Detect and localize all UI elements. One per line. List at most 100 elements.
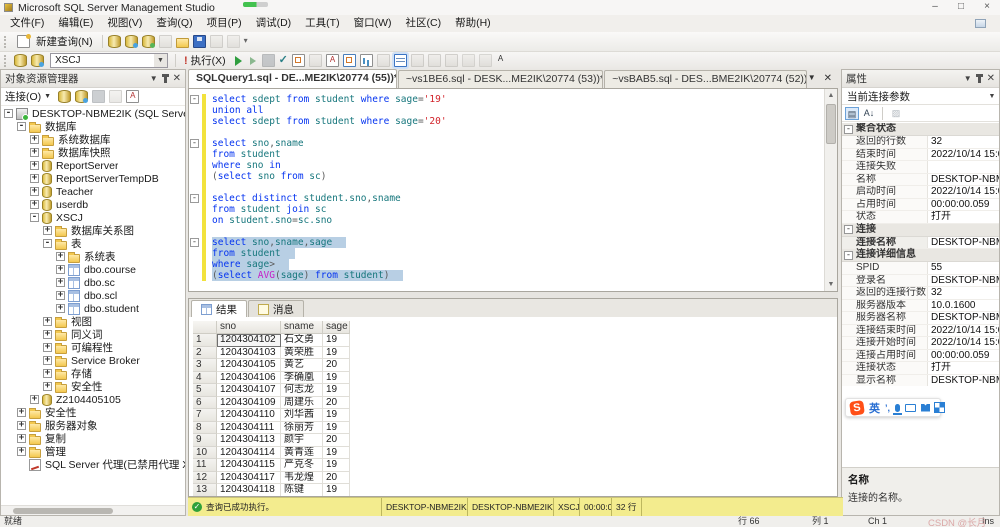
property-row[interactable]: 结束时间2022/10/14 15:05:44 — [842, 149, 999, 162]
property-row[interactable]: 连接名称DESKTOP-NBME2IK — [842, 237, 999, 250]
close-icon[interactable]: ✕ — [987, 74, 995, 84]
grid-cell[interactable]: 19 — [323, 347, 350, 360]
new-database-engine-query-icon[interactable] — [108, 35, 121, 48]
row-number[interactable]: 2 — [193, 347, 217, 360]
connect-server-icon[interactable] — [58, 90, 71, 103]
tree-item[interactable]: +ReportServer — [1, 159, 185, 172]
property-row[interactable]: SPID55 — [842, 262, 999, 275]
property-group-header[interactable]: -连接详细信息 — [842, 249, 999, 262]
grid-cell[interactable]: 1204304113 — [217, 434, 281, 447]
microphone-icon[interactable] — [895, 404, 900, 412]
results-tab[interactable]: 结果 — [191, 300, 247, 317]
grid-cell[interactable]: 颜宇 — [281, 434, 323, 447]
disconnect-server-icon[interactable] — [75, 90, 88, 103]
grid-cell[interactable]: 周建乐 — [281, 397, 323, 410]
fold-collapse-icon[interactable]: - — [190, 194, 199, 203]
expand-icon[interactable]: + — [56, 252, 65, 261]
connect-button[interactable]: 连接(O) — [5, 89, 41, 104]
menu-item[interactable]: 视图(V) — [100, 15, 149, 32]
error-log-icon[interactable] — [126, 90, 139, 103]
grid-cell[interactable]: 19 — [323, 484, 350, 496]
code-line[interactable]: union all — [189, 105, 823, 116]
skin-icon[interactable] — [921, 404, 930, 412]
row-number[interactable]: 13 — [193, 484, 217, 496]
expand-icon[interactable]: + — [43, 356, 52, 365]
grid-cell[interactable]: 20 — [323, 397, 350, 410]
results-to-text-icon[interactable] — [377, 54, 390, 67]
menu-item[interactable]: 社区(C) — [399, 15, 449, 32]
vertical-scrollbar[interactable]: ▲ ▼ — [824, 89, 837, 291]
menu-item[interactable]: 帮助(H) — [448, 15, 498, 32]
include-actual-plan-icon[interactable] — [343, 54, 356, 67]
property-group-header[interactable]: -聚合状态 — [842, 123, 999, 136]
menu-item[interactable]: 查询(Q) — [149, 15, 199, 32]
column-header[interactable]: sno — [217, 321, 281, 334]
collapse-icon[interactable]: - — [43, 239, 52, 248]
debug-play-icon[interactable] — [250, 57, 256, 65]
grid-cell[interactable]: 1204304109 — [217, 397, 281, 410]
property-row[interactable]: 名称DESKTOP-NBME2IK — [842, 174, 999, 187]
tree-item[interactable]: +数据库关系图 — [1, 224, 185, 237]
grid-cell[interactable]: 20 — [323, 472, 350, 485]
document-tab[interactable]: SQLQuery1.sql - DE...ME2IK\20774 (55))* — [188, 69, 397, 88]
grid-cell[interactable]: 19 — [323, 334, 350, 347]
window-position-icon[interactable]: ▼ — [150, 74, 158, 83]
intellisense-icon[interactable] — [496, 54, 509, 67]
tree-item[interactable]: +dbo.sc — [1, 276, 185, 289]
window-position-icon[interactable]: ▼ — [964, 74, 972, 83]
row-number[interactable]: 1 — [193, 334, 217, 347]
grid-cell[interactable]: 19 — [323, 447, 350, 460]
grid-cell[interactable]: 黄荣胜 — [281, 347, 323, 360]
grid-cell[interactable]: 19 — [323, 422, 350, 435]
sql-code-editor[interactable]: -select sdept from student where sage='1… — [188, 88, 838, 292]
tree-item[interactable]: +Teacher — [1, 185, 185, 198]
code-line[interactable]: -select sdept from student where sage='1… — [189, 94, 823, 105]
grid-corner[interactable] — [193, 321, 217, 334]
code-line[interactable]: on student.sno=sc.sno — [189, 215, 823, 226]
code-line[interactable]: -select sno,sname — [189, 138, 823, 149]
parse-icon[interactable]: ✓ — [279, 54, 288, 67]
properties-object-selector[interactable]: 当前连接参数 ▼ — [842, 88, 999, 105]
expand-icon[interactable]: + — [30, 395, 39, 404]
grid-cell[interactable]: 韦龙煌 — [281, 472, 323, 485]
show-estimated-plan-icon[interactable] — [292, 54, 305, 67]
tree-item[interactable]: +数据库快照 — [1, 146, 185, 159]
grid-cell[interactable]: 黄青莲 — [281, 447, 323, 460]
grid-cell[interactable]: 1204304105 — [217, 359, 281, 372]
menu-item[interactable]: 项目(P) — [200, 15, 249, 32]
pin-icon[interactable] — [164, 75, 167, 83]
code-line[interactable] — [189, 226, 823, 237]
tree-item[interactable]: +复制 — [1, 432, 185, 445]
code-line[interactable] — [189, 127, 823, 138]
tree-item[interactable]: +可编程性 — [1, 341, 185, 354]
code-line[interactable]: from student join sc — [189, 204, 823, 215]
property-row[interactable]: 占用时间00:00:00.059 — [842, 199, 999, 212]
property-row[interactable]: 连接开始时间2022/10/14 15:05:44 — [842, 337, 999, 350]
tree-item[interactable]: +Z2104405105 — [1, 393, 185, 406]
menu-item[interactable]: 调试(D) — [249, 15, 299, 32]
expand-icon[interactable]: + — [43, 226, 52, 235]
include-client-statistics-icon[interactable] — [360, 54, 373, 67]
execute-button[interactable]: ! 执行(X) — [179, 53, 231, 68]
pin-icon[interactable] — [978, 75, 981, 83]
grid-cell[interactable]: 何志龙 — [281, 384, 323, 397]
grid-cell[interactable]: 1204304107 — [217, 384, 281, 397]
fold-collapse-icon[interactable]: - — [190, 238, 199, 247]
language-indicator[interactable]: 英 — [869, 400, 880, 416]
collapse-icon[interactable]: - — [17, 122, 26, 131]
expand-icon[interactable]: + — [30, 161, 39, 170]
row-number[interactable]: 4 — [193, 372, 217, 385]
row-number[interactable]: 9 — [193, 434, 217, 447]
property-row[interactable]: 连接失败 — [842, 161, 999, 174]
grid-cell[interactable]: 徐丽芳 — [281, 422, 323, 435]
results-to-file-icon[interactable] — [411, 54, 424, 67]
column-header[interactable]: sname — [281, 321, 323, 334]
expand-icon[interactable]: + — [43, 330, 52, 339]
sogou-logo-icon[interactable]: S — [849, 400, 865, 416]
row-number[interactable]: 11 — [193, 459, 217, 472]
collapse-icon[interactable]: - — [4, 109, 13, 118]
code-line[interactable]: (select sno from sc) — [189, 171, 823, 182]
expand-icon[interactable]: + — [30, 148, 39, 157]
expand-icon[interactable]: + — [43, 382, 52, 391]
grid-cell[interactable]: 19 — [323, 409, 350, 422]
